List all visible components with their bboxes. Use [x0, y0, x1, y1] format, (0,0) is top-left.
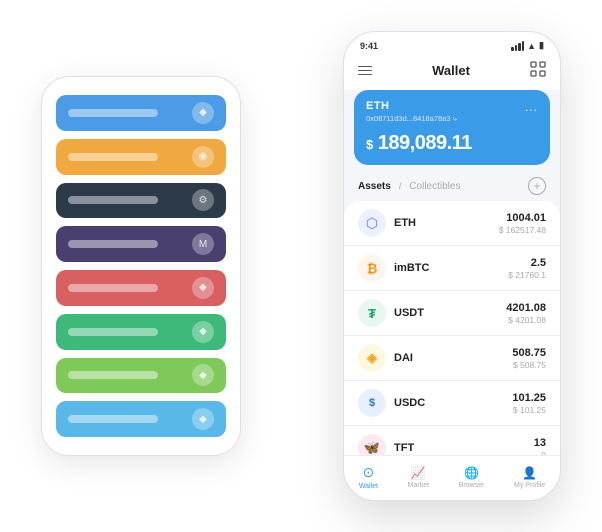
asset-amount: 13: [534, 437, 546, 449]
asset-usd: $ 508.75: [512, 360, 546, 370]
nav-market[interactable]: 📈 Market: [408, 466, 429, 489]
card-text-bar: [68, 240, 158, 248]
nav-profile-label: My Profile: [514, 482, 545, 489]
list-item[interactable]: ⚙: [56, 183, 226, 219]
dai-asset-icon: ◈: [358, 344, 386, 372]
card-text-bar: [68, 109, 158, 117]
list-item[interactable]: ◆: [56, 314, 226, 350]
nav-wallet-label: Wallet: [359, 483, 378, 490]
status-time: 9:41: [360, 41, 378, 51]
asset-name: DAI: [394, 352, 512, 364]
list-item[interactable]: ◉: [56, 139, 226, 175]
card-icon: ⚙: [192, 189, 214, 211]
list-item[interactable]: ◆: [56, 95, 226, 131]
asset-values: 4201.08 $ 4201.08: [506, 302, 546, 325]
list-item[interactable]: ◆: [56, 358, 226, 394]
card-text-bar: [68, 196, 158, 204]
asset-amount: 4201.08: [506, 302, 546, 314]
asset-usd: $ 162517.48: [499, 225, 546, 235]
scan-icon[interactable]: [530, 61, 546, 80]
nav-profile[interactable]: 👤 My Profile: [514, 466, 545, 489]
card-icon: ◆: [192, 102, 214, 124]
fg-phone: 9:41 ▲ ▮ Wallet: [343, 31, 561, 501]
nav-title: Wallet: [432, 63, 470, 78]
assets-tabs: Assets / Collectibles: [358, 181, 460, 192]
asset-name: USDC: [394, 397, 512, 409]
card-text-bar: [68, 415, 158, 423]
table-row[interactable]: ₮ USDT 4201.08 $ 4201.08: [344, 291, 560, 336]
eth-amount: $ 189,089.11: [366, 132, 538, 155]
asset-name: imBTC: [394, 262, 508, 274]
bg-phone: ◆ ◉ ⚙ M ◆ ◆ ◆ ◆: [41, 76, 241, 456]
signal-icon: [511, 41, 524, 51]
asset-amount: 2.5: [508, 257, 546, 269]
tab-separator: /: [399, 181, 402, 191]
table-row[interactable]: ₿ imBTC 2.5 $ 21760.1: [344, 246, 560, 291]
nav-wallet[interactable]: ⊙ Wallet: [359, 464, 378, 490]
asset-name: ETH: [394, 217, 499, 229]
assets-header: Assets / Collectibles +: [344, 173, 560, 201]
asset-usd: $ 4201.08: [506, 315, 546, 325]
asset-amount: 101.25: [512, 392, 546, 404]
browser-nav-icon: 🌐: [464, 466, 479, 480]
wallet-nav-icon: ⊙: [363, 464, 375, 481]
asset-usd: $ 101.25: [512, 405, 546, 415]
asset-values: 101.25 $ 101.25: [512, 392, 546, 415]
eth-card[interactable]: ETH 0x08711d3d...8418a78a3 ⤷ $ 189,089.1…: [354, 90, 550, 165]
more-options-button[interactable]: ...: [525, 100, 538, 114]
usdc-asset-icon: $: [358, 389, 386, 417]
eth-asset-icon: ⬡: [358, 209, 386, 237]
asset-name: TFT: [394, 442, 534, 454]
list-item[interactable]: ◆: [56, 270, 226, 306]
card-icon: ◆: [192, 408, 214, 430]
table-row[interactable]: ◈ DAI 508.75 $ 508.75: [344, 336, 560, 381]
asset-list: ⬡ ETH 1004.01 $ 162517.48 ₿ imBTC 2.5 $ …: [344, 201, 560, 455]
add-asset-button[interactable]: +: [528, 177, 546, 195]
bottom-nav: ⊙ Wallet 📈 Market 🌐 Browser 👤 My Profile: [344, 455, 560, 500]
table-row[interactable]: ⬡ ETH 1004.01 $ 162517.48: [344, 201, 560, 246]
eth-label: ETH: [366, 100, 538, 112]
nav-market-label: Market: [408, 482, 429, 489]
card-icon: ◆: [192, 277, 214, 299]
table-row[interactable]: $ USDC 101.25 $ 101.25: [344, 381, 560, 426]
asset-name: USDT: [394, 307, 506, 319]
imbtc-asset-icon: ₿: [358, 254, 386, 282]
asset-values: 508.75 $ 508.75: [512, 347, 546, 370]
dollar-sign: $: [366, 137, 373, 152]
asset-amount: 1004.01: [499, 212, 546, 224]
nav-browser-label: Browser: [459, 482, 485, 489]
card-icon: ◉: [192, 146, 214, 168]
tab-assets[interactable]: Assets: [358, 181, 391, 192]
asset-values: 13 0: [534, 437, 546, 456]
battery-icon: ▮: [539, 40, 544, 51]
list-item[interactable]: ◆: [56, 401, 226, 437]
card-text-bar: [68, 328, 158, 336]
card-text-bar: [68, 153, 158, 161]
table-row[interactable]: 🦋 TFT 13 0: [344, 426, 560, 455]
eth-address: 0x08711d3d...8418a78a3 ⤷: [366, 114, 538, 124]
list-item[interactable]: M: [56, 226, 226, 262]
status-bar: 9:41 ▲ ▮: [344, 32, 560, 55]
card-icon: M: [192, 233, 214, 255]
asset-values: 2.5 $ 21760.1: [508, 257, 546, 280]
menu-icon[interactable]: [358, 66, 372, 76]
asset-amount: 508.75: [512, 347, 546, 359]
status-icons: ▲ ▮: [511, 40, 544, 51]
card-text-bar: [68, 284, 158, 292]
wifi-icon: ▲: [527, 41, 536, 51]
profile-nav-icon: 👤: [522, 466, 537, 480]
tab-collectibles[interactable]: Collectibles: [409, 181, 460, 192]
usdt-asset-icon: ₮: [358, 299, 386, 327]
asset-values: 1004.01 $ 162517.48: [499, 212, 546, 235]
card-text-bar: [68, 371, 158, 379]
scene: ◆ ◉ ⚙ M ◆ ◆ ◆ ◆: [11, 11, 591, 521]
market-nav-icon: 📈: [411, 466, 426, 480]
tft-asset-icon: 🦋: [358, 434, 386, 455]
card-icon: ◆: [192, 321, 214, 343]
asset-usd: $ 21760.1: [508, 270, 546, 280]
top-nav: Wallet: [344, 55, 560, 90]
nav-browser[interactable]: 🌐 Browser: [459, 466, 485, 489]
card-icon: ◆: [192, 364, 214, 386]
